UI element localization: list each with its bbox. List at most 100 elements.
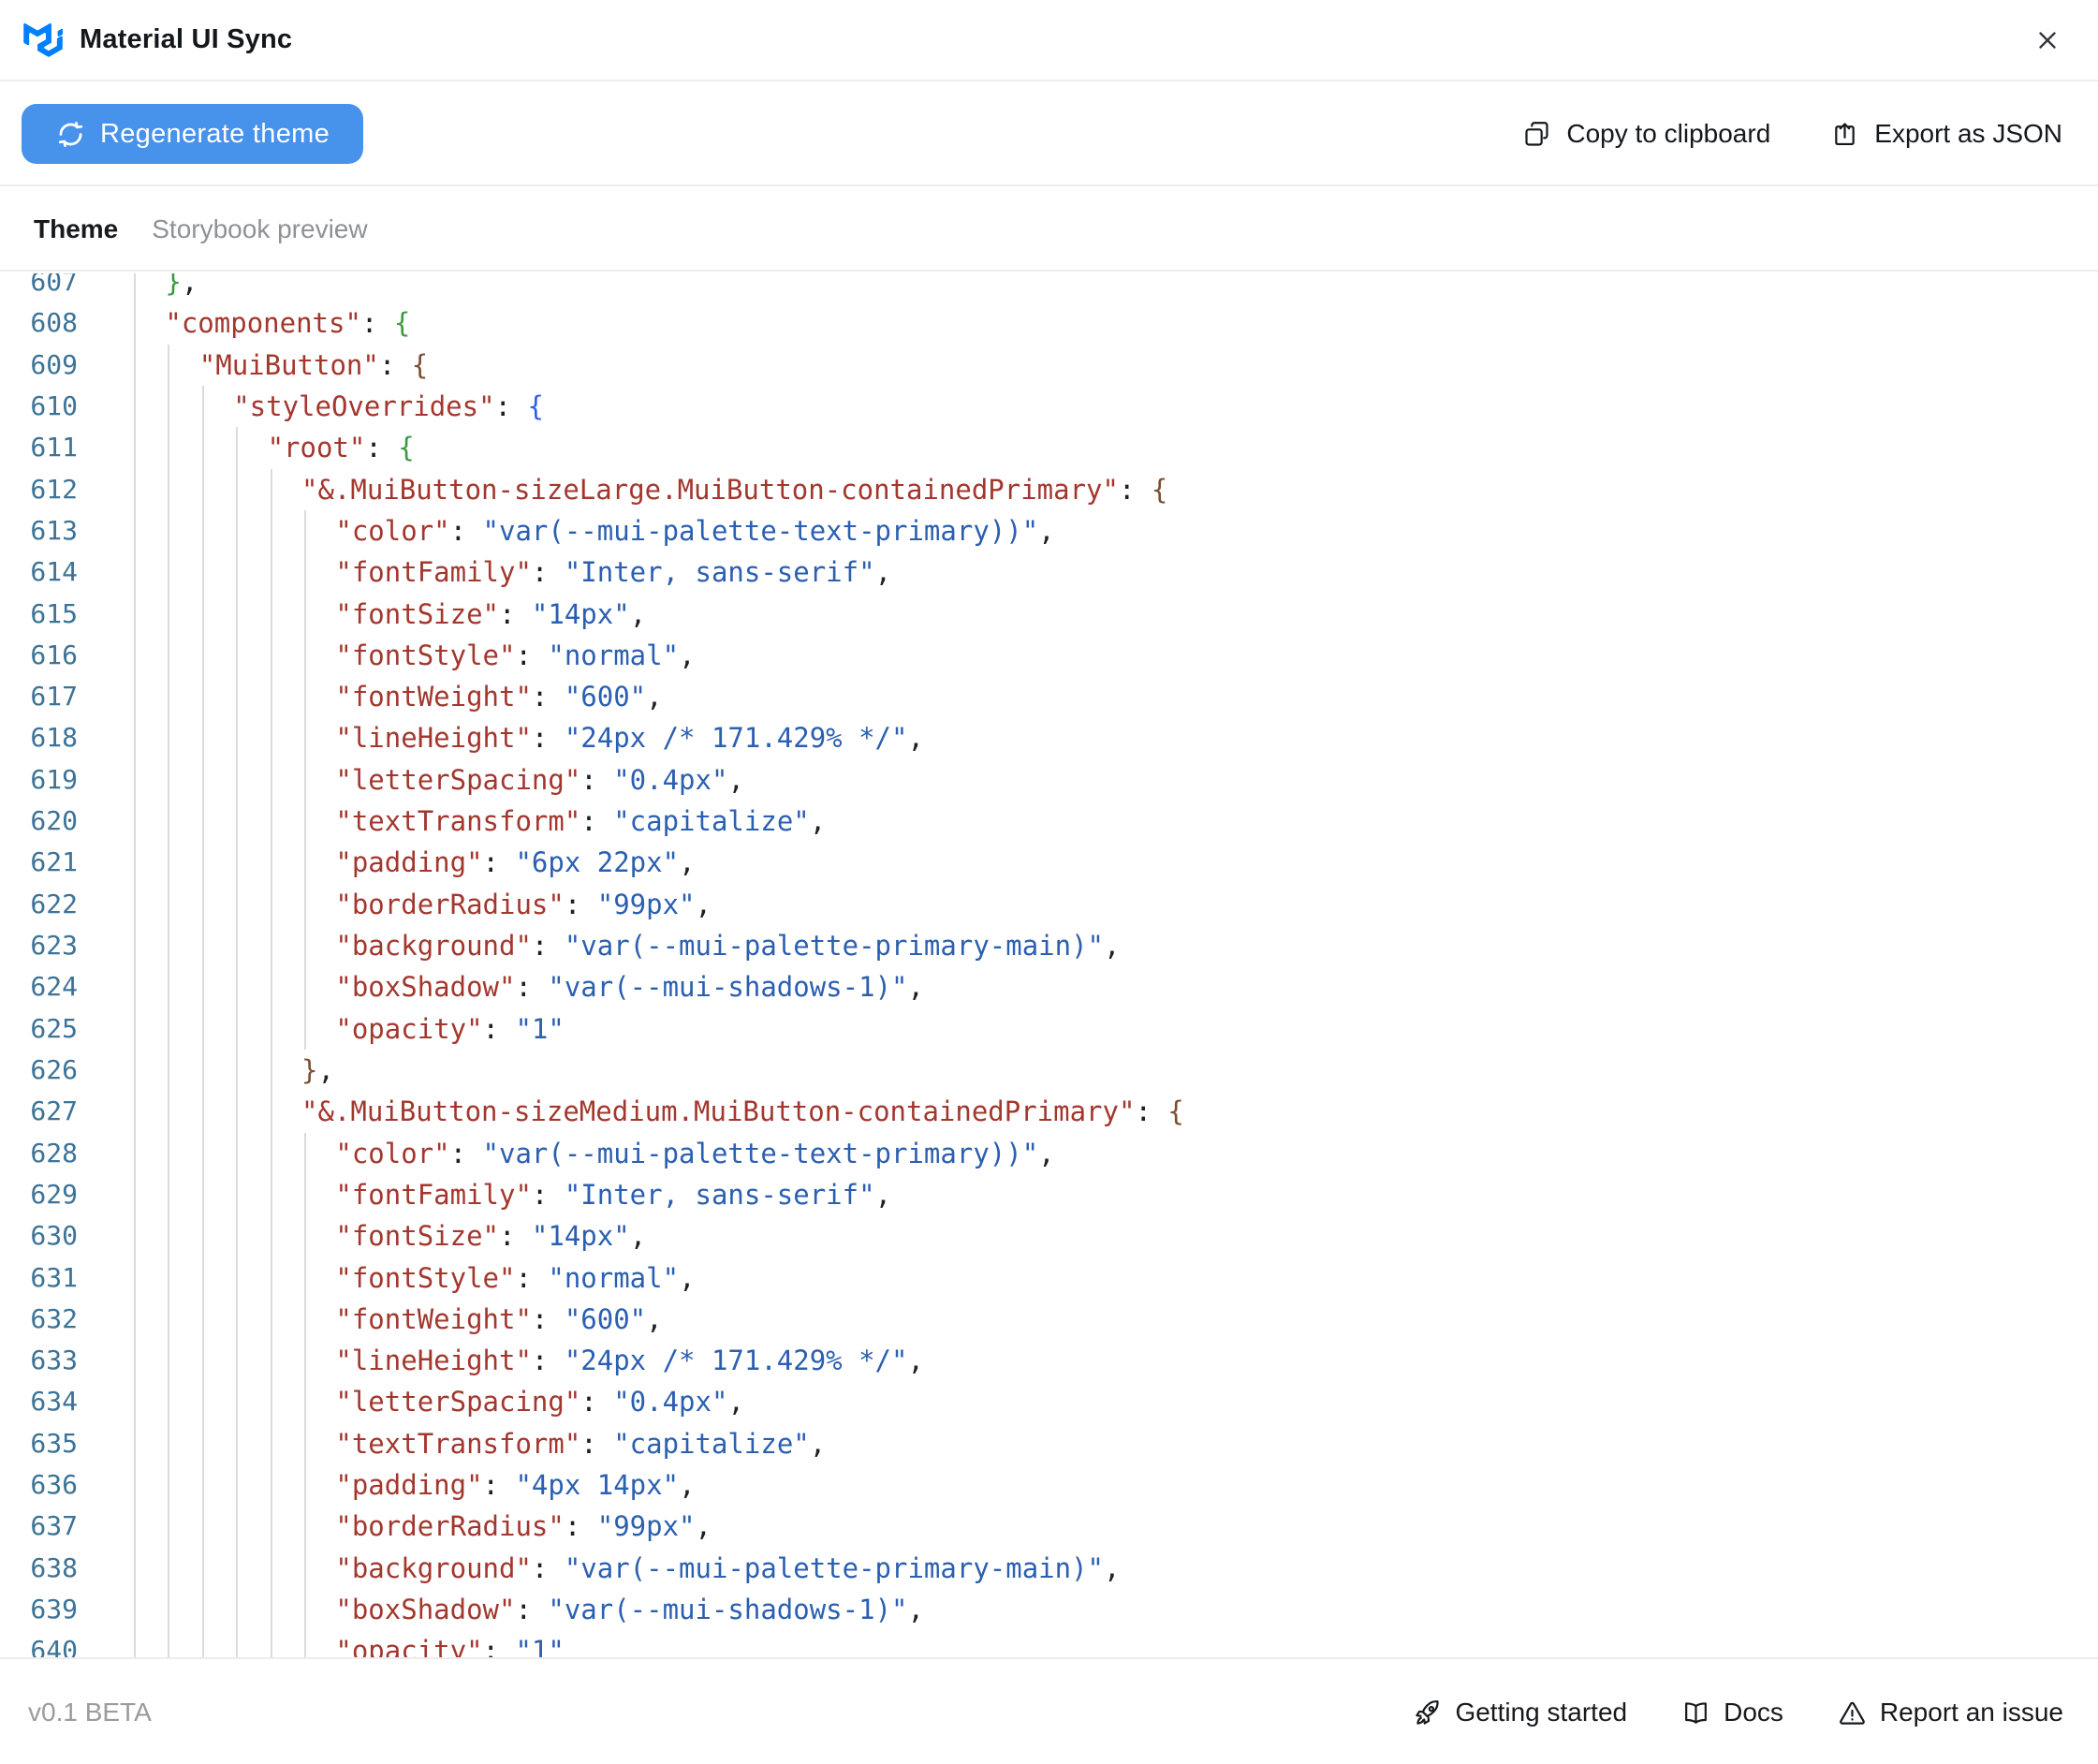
- indent-guide: [270, 758, 272, 801]
- indent-guide: [304, 593, 306, 635]
- indent-guide: [270, 1506, 272, 1548]
- indent-guide: [201, 966, 204, 1008]
- indent-guide: [201, 551, 204, 594]
- indent-guide: [270, 1257, 272, 1299]
- export-as-json-button[interactable]: Export as JSON: [1830, 119, 2062, 149]
- indent-guide: [134, 1381, 136, 1423]
- code-text: "borderRadius": "99px",: [335, 888, 712, 920]
- indent-guide: [168, 1464, 170, 1507]
- indent-guide: [168, 1589, 170, 1631]
- line-number: 621: [30, 846, 78, 878]
- indent-guide: [236, 1215, 239, 1257]
- indent-guide: [270, 1215, 272, 1257]
- indent-guide: [304, 676, 306, 718]
- indent-guide: [236, 1173, 239, 1216]
- indent-guide: [201, 1340, 204, 1382]
- indent-guide: [201, 801, 204, 843]
- indent-guide: [134, 1173, 136, 1216]
- indent-guide: [168, 1132, 170, 1174]
- indent-guide: [236, 1381, 239, 1423]
- indent-guide: [168, 1007, 170, 1050]
- code-text: "color": "var(--mui-palette-text-primary…: [335, 514, 1055, 547]
- tab-theme[interactable]: Theme: [34, 214, 118, 244]
- code-text: "letterSpacing": "0.4px",: [335, 763, 744, 796]
- indent-guide: [168, 1422, 170, 1465]
- indent-guide: [270, 676, 272, 718]
- header: Material UI Sync: [0, 0, 2098, 81]
- report-issue-link[interactable]: Report an issue: [1838, 1698, 2063, 1727]
- docs-link[interactable]: Docs: [1681, 1698, 1783, 1727]
- indent-guide: [304, 883, 306, 925]
- indent-guide: [304, 1589, 306, 1631]
- indent-guide: [201, 593, 204, 635]
- code-text: "fontSize": "14px",: [335, 1220, 647, 1253]
- indent-guide: [134, 1589, 136, 1631]
- indent-guide: [304, 1547, 306, 1589]
- indent-guide: [168, 1298, 170, 1341]
- code-line: 610 "styleOverrides": {: [0, 385, 2098, 428]
- code-text: "textTransform": "capitalize",: [335, 805, 827, 838]
- indent-guide: [236, 883, 239, 925]
- line-number: 631: [30, 1261, 78, 1293]
- theme-json-editor[interactable]: 607}, 608 "components": {609 "MuiButton": {…: [0, 273, 2098, 1659]
- indent-guide: [168, 925, 170, 967]
- line-number: 609: [30, 348, 78, 380]
- indent-guide: [304, 966, 306, 1008]
- indent-guide: [168, 676, 170, 718]
- indent-guide: [270, 551, 272, 594]
- code-line: 626},: [0, 1049, 2098, 1092]
- indent-guide: [201, 1547, 204, 1589]
- line-number: 630: [30, 1220, 78, 1252]
- indent-guide: [236, 1007, 239, 1050]
- getting-started-link[interactable]: Getting started: [1413, 1698, 1627, 1727]
- indent-guide: [304, 1464, 306, 1507]
- code-line: 607},: [0, 273, 2098, 303]
- indent-guide: [201, 1215, 204, 1257]
- indent-guide: [304, 1381, 306, 1423]
- indent-guide: [236, 509, 239, 552]
- code-line: 638 "background": "var(--mui-palette-prim…: [0, 1547, 2098, 1589]
- close-button[interactable]: [2025, 18, 2070, 63]
- indent-guide: [134, 1340, 136, 1382]
- code-line: 614 "fontFamily": "Inter, sans-serif",: [0, 551, 2098, 594]
- indent-guide: [134, 676, 136, 718]
- rocket-icon: [1416, 1699, 1440, 1725]
- indent-guide: [236, 1132, 239, 1174]
- indent-guide: [134, 1257, 136, 1299]
- indent-guide: [236, 634, 239, 677]
- code-line: 619 "letterSpacing": "0.4px",: [0, 758, 2098, 801]
- code-text: "styleOverrides": {: [233, 390, 544, 422]
- line-number: 610: [30, 390, 78, 421]
- indent-guide: [201, 717, 204, 759]
- indent-guide: [236, 551, 239, 594]
- indent-guide: [201, 925, 204, 967]
- indent-guide: [304, 1340, 306, 1382]
- indent-guide: [236, 676, 239, 718]
- line-number: 620: [30, 805, 78, 837]
- code-text: "fontWeight": "600",: [335, 681, 663, 713]
- indent-guide: [270, 801, 272, 843]
- indent-guide: [270, 966, 272, 1008]
- line-number: 634: [30, 1386, 78, 1418]
- indent-guide: [270, 842, 272, 884]
- copy-to-clipboard-button[interactable]: Copy to clipboard: [1522, 119, 1770, 149]
- line-number: 624: [30, 971, 78, 1003]
- code-text: "padding": "6px 22px",: [335, 846, 696, 879]
- code-line: 620 "textTransform": "capitalize",: [0, 801, 2098, 843]
- code-text: "opacity": "1": [335, 1635, 565, 1659]
- toolbar: Regenerate theme Copy to clipboard Expor…: [0, 83, 2098, 186]
- indent-guide: [168, 468, 170, 510]
- line-number: 627: [30, 1095, 78, 1127]
- code-text: "fontFamily": "Inter, sans-serif",: [335, 556, 892, 589]
- regenerate-theme-button[interactable]: Regenerate theme: [22, 104, 364, 164]
- indent-guide: [270, 925, 272, 967]
- line-number: 614: [30, 556, 78, 588]
- tab-storybook-preview[interactable]: Storybook preview: [152, 214, 367, 244]
- indent-guide: [270, 717, 272, 759]
- indent-guide: [304, 925, 306, 967]
- code-text: "opacity": "1": [335, 1012, 565, 1045]
- line-number: 632: [30, 1302, 78, 1334]
- code-text: "components": {: [165, 307, 411, 340]
- code-text: "background": "var(--mui-palette-primary…: [335, 930, 1121, 962]
- indent-guide: [236, 1464, 239, 1507]
